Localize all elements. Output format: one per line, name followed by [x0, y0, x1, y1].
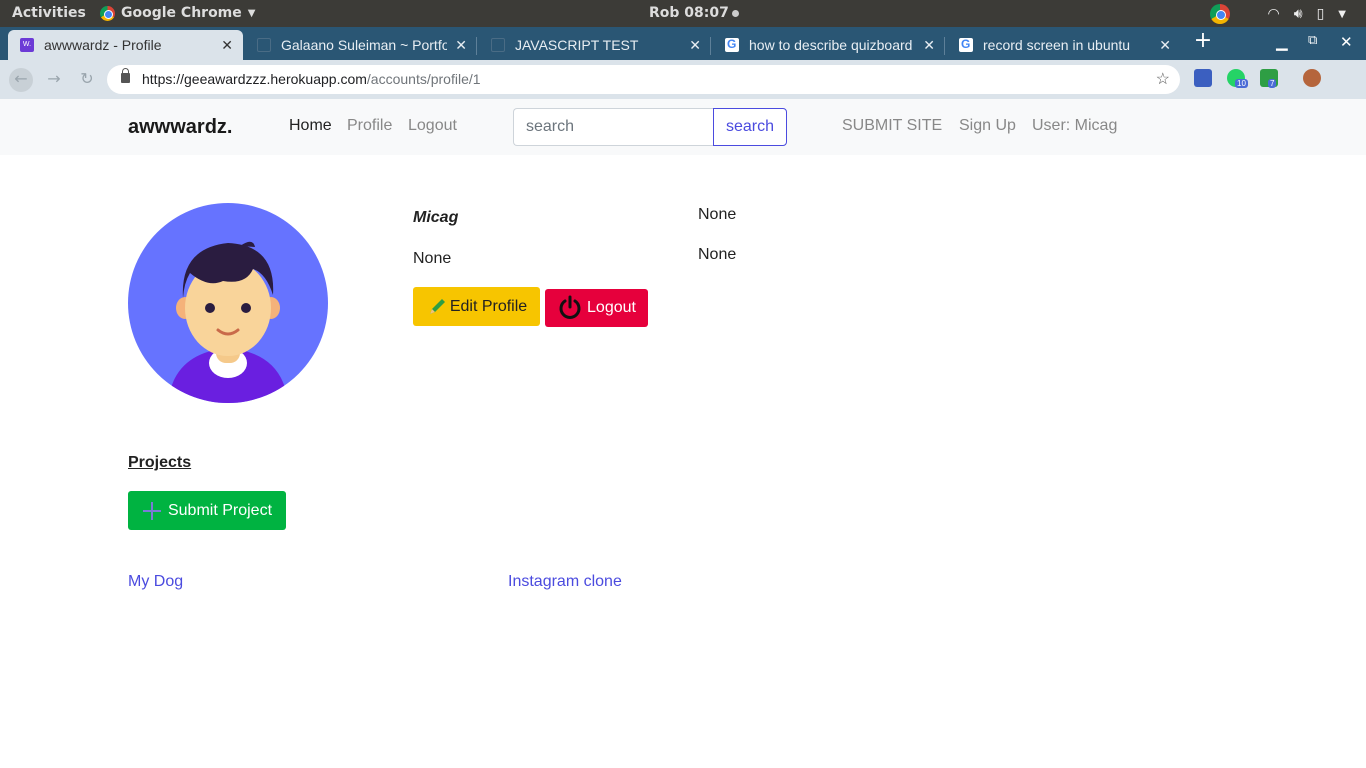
tab-title: awwwardz - Profile	[44, 37, 162, 53]
tab-separator	[476, 37, 477, 55]
extension-badge: 7	[1268, 79, 1277, 88]
close-icon[interactable]: ✕	[1159, 37, 1171, 54]
profile-field-2: None	[698, 246, 737, 263]
nav-submit-site-link[interactable]: SUBMIT SITE	[842, 117, 942, 135]
search-button[interactable]: search	[713, 108, 787, 146]
chrome-tray-icon[interactable]	[1209, 4, 1230, 24]
site-navbar: awwwardz. Home Profile Logout search SUB…	[0, 99, 1366, 155]
logout-button[interactable]: Logout	[545, 289, 648, 327]
os-top-bar: Activities Google Chrome ▼ Rob 08:07 ◠ 🔊…	[0, 0, 1366, 27]
new-tab-plus-icon[interactable]: +	[1192, 30, 1214, 53]
trello-extension-icon[interactable]: 7	[1260, 69, 1278, 88]
minimize-icon[interactable]: ▁	[1276, 33, 1288, 51]
edit-profile-button[interactable]: Edit Profile	[413, 287, 540, 326]
google-icon	[959, 37, 973, 52]
address-bar[interactable]: https://geeawardzzz.herokuapp.com/accoun…	[107, 65, 1180, 94]
volume-icon: 🔊︎	[1293, 6, 1303, 22]
projects-heading: Projects	[128, 454, 192, 471]
close-icon[interactable]: ✕	[923, 37, 935, 54]
url-text: https://geeawardzzz.herokuapp.com/accoun…	[142, 71, 481, 87]
awwwardz-favicon-icon: W.	[20, 38, 34, 52]
profile-username: Micag	[413, 209, 459, 226]
notification-dot-icon	[731, 9, 739, 17]
clock[interactable]: Rob 08:07	[649, 5, 739, 21]
submit-project-label: Submit Project	[167, 501, 273, 519]
power-icon	[559, 295, 581, 319]
tab-portfolio[interactable]: Galaano Suleiman ~ Portfolio ✕	[245, 30, 477, 60]
edit-profile-label: Edit Profile	[449, 297, 528, 315]
project-link-instagram-clone[interactable]: Instagram clone	[508, 573, 622, 591]
tab-title: Galaano Suleiman ~ Portfolio	[281, 37, 448, 53]
avatar-icon	[128, 203, 328, 403]
clock-label: Rob 08:07	[649, 5, 729, 21]
reload-icon[interactable]: ↻	[75, 68, 99, 92]
tab-separator	[710, 37, 711, 55]
chevron-down-icon: ▼	[247, 7, 256, 19]
pencil-icon	[429, 298, 445, 314]
extension-badge: 10	[1235, 79, 1248, 88]
chrome-icon	[100, 5, 115, 21]
tab-javascript-test[interactable]: JAVASCRIPT TEST ✕	[479, 30, 711, 60]
search-input[interactable]	[513, 108, 714, 146]
tab-record-screen[interactable]: record screen in ubuntu ✕	[947, 30, 1181, 60]
tab-separator	[944, 37, 945, 55]
lock-icon	[121, 68, 130, 83]
forward-arrow-icon[interactable]: →	[42, 68, 66, 92]
logout-label: Logout	[587, 299, 636, 316]
wifi-icon: ◠	[1267, 6, 1280, 22]
tab-title: record screen in ubuntu	[983, 37, 1131, 53]
nav-profile-link[interactable]: Profile	[347, 117, 392, 135]
search-extension-icon[interactable]	[1194, 69, 1212, 87]
profile-avatar-icon[interactable]	[1303, 69, 1321, 87]
google-icon	[725, 37, 739, 52]
page-content: awwwardz. Home Profile Logout search SUB…	[0, 99, 1366, 768]
tab-title: how to describe quizboard	[749, 37, 913, 53]
close-icon[interactable]: ✕	[689, 37, 701, 54]
whatsapp-extension-icon[interactable]: 10	[1227, 69, 1248, 88]
url-host: https://geeawardzzz.herokuapp.com	[142, 71, 367, 87]
system-tray[interactable]: ◠ 🔊︎ ▯ ▼	[1209, 4, 1346, 24]
close-window-icon[interactable]: ✕	[1340, 33, 1353, 51]
profile-field-1: None	[698, 206, 737, 223]
browser-tab-strip: W. awwwardz - Profile ✕ Galaano Suleiman…	[0, 27, 1366, 60]
nav-user-link[interactable]: User: Micag	[1032, 117, 1117, 135]
battery-icon: ▯	[1316, 6, 1325, 22]
activities-button[interactable]: Activities	[12, 5, 86, 21]
close-icon[interactable]: ✕	[221, 37, 233, 54]
nav-signup-link[interactable]: Sign Up	[959, 117, 1016, 135]
nav-home-link[interactable]: Home	[289, 117, 332, 135]
url-path: /accounts/profile/1	[366, 71, 481, 87]
document-icon	[491, 38, 505, 52]
search-form: search	[513, 108, 787, 146]
submit-project-button[interactable]: Submit Project	[128, 491, 286, 530]
profile-bio: None	[413, 250, 452, 267]
document-icon	[257, 38, 271, 52]
tab-awwwardz-profile[interactable]: W. awwwardz - Profile ✕	[8, 30, 243, 60]
project-link-my-dog[interactable]: My Dog	[128, 573, 183, 591]
restore-icon[interactable]: ⧉	[1308, 33, 1317, 48]
close-icon[interactable]: ✕	[455, 37, 467, 54]
browser-toolbar: ← → ↻ https://geeawardzzz.herokuapp.com/…	[0, 60, 1366, 99]
site-brand[interactable]: awwwardz.	[128, 116, 232, 139]
app-menu-label: Google Chrome	[121, 5, 242, 21]
tab-quizboard[interactable]: how to describe quizboard ✕	[713, 30, 945, 60]
plus-icon	[142, 501, 161, 520]
back-arrow-icon[interactable]: ←	[9, 68, 33, 92]
bookmark-star-icon[interactable]: ☆	[1156, 69, 1170, 89]
app-menu[interactable]: Google Chrome ▼	[100, 5, 255, 21]
chevron-down-icon: ▼	[1338, 8, 1346, 20]
tab-title: JAVASCRIPT TEST	[515, 37, 639, 53]
nav-logout-link[interactable]: Logout	[408, 117, 457, 135]
